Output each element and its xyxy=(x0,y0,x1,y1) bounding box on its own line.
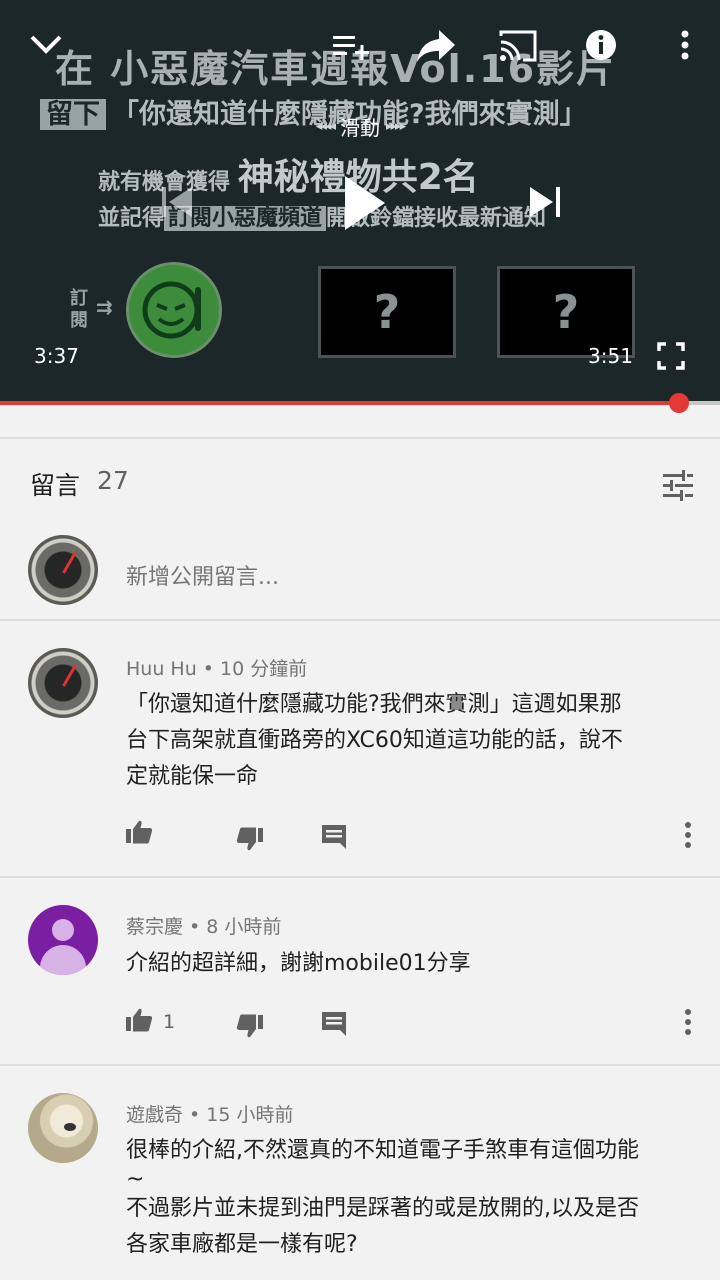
reply-icon[interactable] xyxy=(320,823,350,853)
progress-fill xyxy=(0,401,680,405)
like-icon[interactable] xyxy=(125,1006,155,1036)
comment-text-line: 「你還知道什麼隱藏功能?我們來實測」這週如果那 xyxy=(126,692,622,717)
swipe-hint: ◂◂◂◂ 滑動 ▸▸▸▸ xyxy=(280,112,440,140)
add-to-playlist-icon[interactable] xyxy=(330,28,372,64)
comments-count: 27 xyxy=(97,466,129,495)
fullscreen-icon[interactable] xyxy=(656,341,686,371)
subscribe-caption: 訂閱 xyxy=(70,288,88,331)
mystery-box-1: ? xyxy=(318,266,456,358)
comment-author-meta: Huu Hu • 10 分鐘前 xyxy=(126,658,308,680)
comment-text: 介紹的超詳細，謝謝mobile01分享 xyxy=(126,946,696,982)
comment-text-line: 不過影片並未提到油門是踩著的或是放開的,以及是否 xyxy=(126,1196,639,1221)
progress-scrubber[interactable] xyxy=(669,393,690,413)
share-icon[interactable] xyxy=(414,26,458,66)
comment-menu-icon[interactable] xyxy=(678,820,698,850)
play-icon[interactable] xyxy=(336,170,392,236)
video-player[interactable]: 在 小惡魔汽車週報Vol.16影片 留下 「你還知道什麼隱藏功能?我們來實測」 就… xyxy=(0,0,720,404)
sort-comments-icon[interactable] xyxy=(660,468,696,504)
avatar[interactable] xyxy=(28,648,98,718)
dislike-icon[interactable] xyxy=(236,1012,266,1042)
reply-icon[interactable] xyxy=(320,1010,350,1040)
previous-icon[interactable] xyxy=(158,182,196,222)
add-comment-row[interactable] xyxy=(0,536,720,620)
like-count: 1 xyxy=(163,1011,176,1033)
comment-text: 很棒的介紹,不然還真的不知道電子手煞車有這個功能 ~ 不過影片並未提到油門是踩著… xyxy=(126,1133,696,1263)
divider xyxy=(0,876,720,878)
comment-author-meta: 蔡宗慶 • 8 小時前 xyxy=(126,916,282,938)
comment-text-line: 各家車廠都是一樣有呢? xyxy=(126,1232,358,1257)
divider xyxy=(0,1064,720,1066)
subscribe-arrows: ⇉ xyxy=(96,295,113,319)
comment-menu-icon[interactable] xyxy=(678,1007,698,1037)
duration: 3:51 xyxy=(588,344,633,368)
comment-text-line: 介紹的超詳細，謝謝mobile01分享 xyxy=(126,951,471,976)
comment-text: 「你還知道什麼隱藏功能?我們來實測」這週如果那 台下高架就直衝路旁的XC60知道… xyxy=(126,687,696,795)
user-avatar xyxy=(28,535,98,605)
comment-text-line: 定就能保一命 xyxy=(126,764,259,789)
dislike-icon[interactable] xyxy=(236,825,266,855)
comments-title: 留言 xyxy=(30,471,81,500)
video-caption-line4-pre: 並記得 xyxy=(98,206,165,231)
comment-text-line: ~ xyxy=(126,1167,145,1192)
divider xyxy=(0,619,720,621)
swipe-hint-label: 滑動 xyxy=(340,115,380,140)
minimize-chevron-icon[interactable] xyxy=(26,24,66,64)
next-icon[interactable] xyxy=(526,182,564,222)
info-icon[interactable] xyxy=(584,28,618,62)
comment-text-line: 很棒的介紹,不然還真的不知道電子手煞車有這個功能 xyxy=(126,1138,639,1163)
current-time: 3:37 xyxy=(34,344,79,368)
avatar[interactable] xyxy=(28,1093,98,1163)
section-divider xyxy=(0,437,720,439)
cast-icon[interactable] xyxy=(496,26,540,66)
avatar[interactable] xyxy=(28,905,98,975)
more-vert-icon[interactable] xyxy=(672,26,698,64)
channel-logo xyxy=(126,262,222,358)
comment-text-line: 台下高架就直衝路旁的XC60知道這功能的話，說不 xyxy=(126,728,623,753)
comment-author-meta: 遊戲奇 • 15 小時前 xyxy=(126,1104,294,1126)
add-comment-input[interactable]: 新增公開留言... xyxy=(126,559,279,591)
like-icon[interactable] xyxy=(125,818,155,848)
video-caption-tag: 留下 xyxy=(40,99,106,130)
video-caption-line3: 就有機會獲得 神秘禮物共2名 xyxy=(98,148,479,200)
